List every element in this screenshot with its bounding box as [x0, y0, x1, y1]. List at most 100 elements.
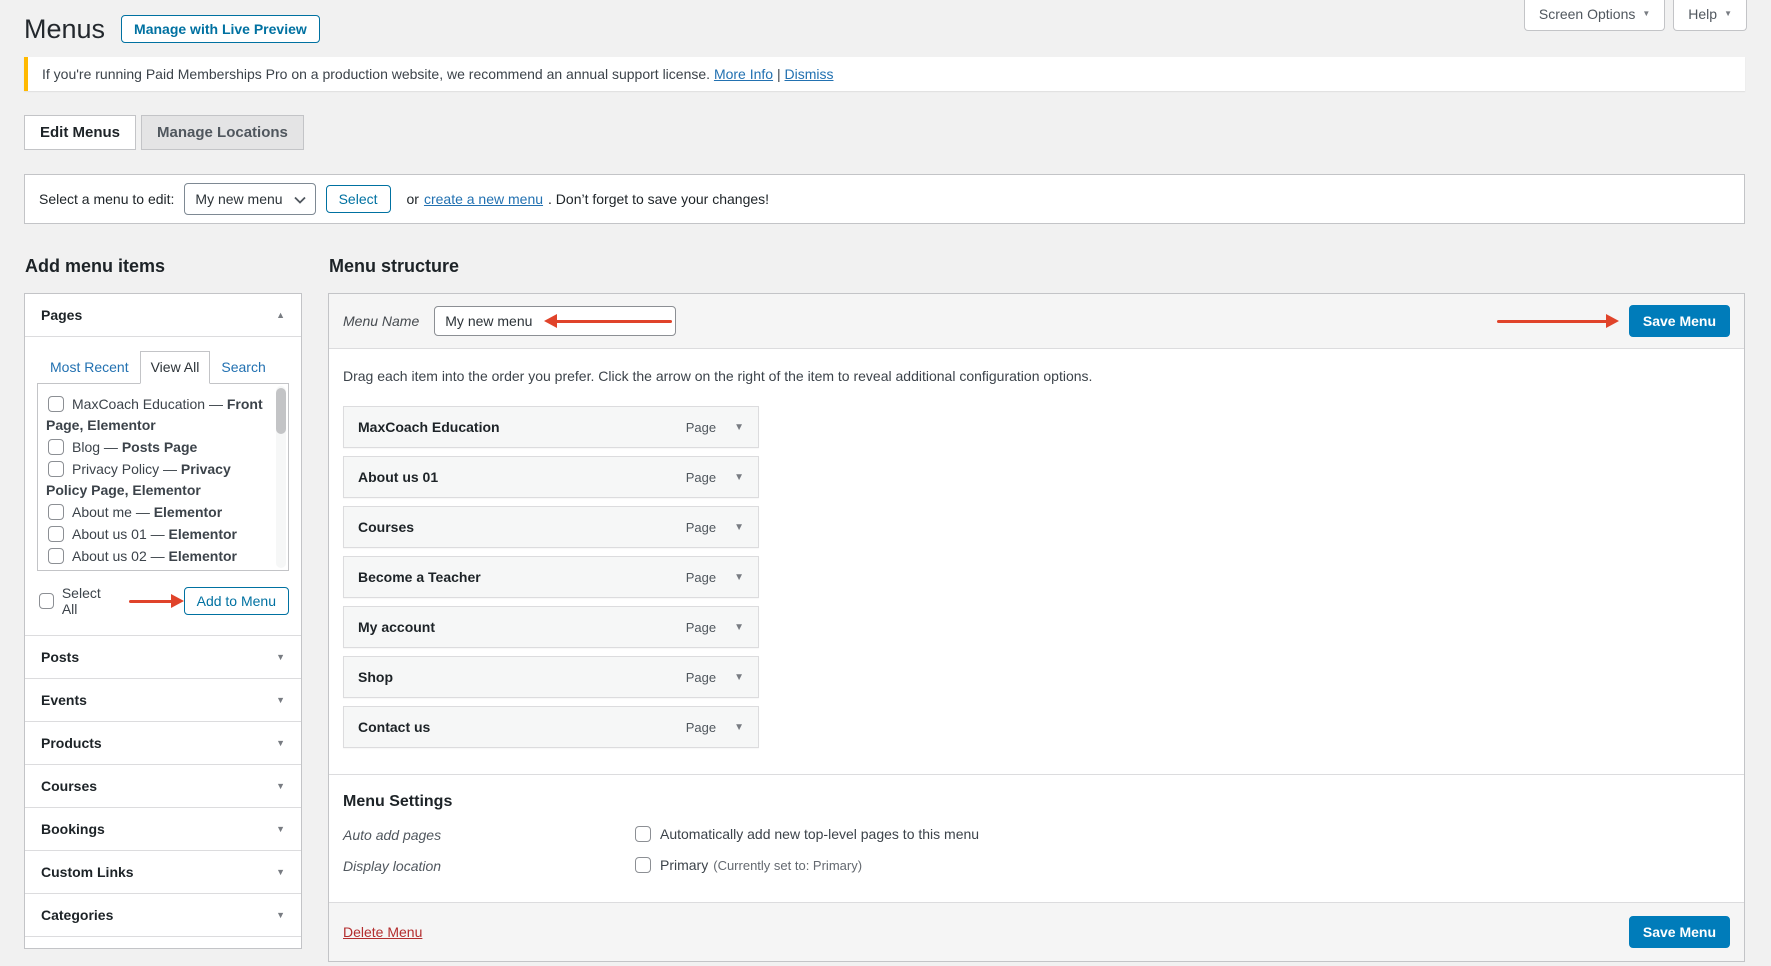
create-menu-text: or create a new menu . Don’t forget to sa…	[407, 191, 770, 207]
chevron-down-icon: ▼	[1724, 9, 1732, 18]
tab-search[interactable]: Search	[210, 351, 276, 384]
tab-view-all[interactable]: View All	[139, 351, 211, 385]
menu-item-type: Page	[685, 669, 717, 685]
annotation-arrow-menu-name	[544, 314, 673, 329]
chevron-down-icon: ▼	[276, 781, 285, 792]
arrow-head	[544, 314, 558, 329]
more-info-link[interactable]: More Info	[714, 66, 773, 82]
page-item-label: Blog —	[72, 439, 122, 456]
menu-item-meta: Page ▼	[686, 470, 744, 485]
page-item-label: MaxCoach Education —	[72, 396, 227, 413]
chevron-down-icon[interactable]: ▼	[734, 472, 744, 483]
menu-item-row[interactable]: Shop Page ▼	[343, 656, 759, 699]
accordion-section-posts: Posts ▼	[25, 635, 301, 678]
screen-options-button[interactable]: Screen Options ▼	[1523, 0, 1666, 31]
page-checkbox[interactable]	[48, 504, 64, 521]
menu-item-row[interactable]: Courses Page ▼	[343, 506, 759, 549]
page-checkbox-item[interactable]: Privacy Policy — Privacy Policy Page, El…	[46, 459, 270, 501]
accordion-section-courses: Courses ▼	[25, 764, 301, 807]
page-checkbox[interactable]	[48, 526, 64, 543]
menu-structure-footer: Delete Menu Save Menu	[329, 902, 1744, 962]
tab-edit-menus[interactable]: Edit Menus	[24, 115, 137, 151]
help-button[interactable]: Help ▼	[1673, 0, 1747, 31]
select-all-checkbox[interactable]	[39, 593, 54, 610]
scrollbar-thumb[interactable]	[276, 388, 286, 435]
menu-item-row[interactable]: Become a Teacher Page ▼	[343, 556, 759, 599]
select-all-row: Select All Add to Menu	[37, 585, 289, 617]
create-new-menu-link[interactable]: create a new menu	[424, 191, 543, 207]
menu-item-type: Page	[685, 519, 717, 535]
after-link-text: . Don’t forget to save your changes!	[548, 191, 770, 208]
auto-add-pages-control[interactable]: Automatically add new top-level pages to…	[633, 826, 979, 843]
menu-item-type: Page	[685, 619, 717, 635]
menu-select-bar: Select a menu to edit: My new menu Selec…	[24, 174, 1745, 225]
auto-add-pages-checkbox[interactable]	[635, 826, 651, 843]
events-section-header[interactable]: Events ▼	[25, 679, 301, 721]
page-checkbox-item[interactable]: About me — Elementor	[46, 502, 270, 523]
custom-links-section-header[interactable]: Custom Links ▼	[25, 851, 301, 893]
manage-live-preview-button[interactable]: Manage with Live Preview	[121, 15, 320, 44]
chevron-down-icon[interactable]: ▼	[734, 622, 744, 633]
tab-manage-locations[interactable]: Manage Locations	[141, 115, 304, 151]
menu-item-meta: Page ▼	[686, 620, 744, 635]
menu-item-row[interactable]: Contact us Page ▼	[343, 706, 759, 749]
primary-location-checkbox[interactable]	[635, 857, 651, 874]
annotation-arrow-save-menu	[1496, 314, 1619, 329]
add-menu-items-heading: Add menu items	[25, 256, 166, 277]
page-item-label-bold: Elementor	[168, 548, 237, 565]
delete-menu-link[interactable]: Delete Menu	[343, 924, 422, 940]
page-checkbox[interactable]	[48, 439, 64, 456]
courses-section-header[interactable]: Courses ▼	[25, 765, 301, 807]
menu-settings-heading: Menu Settings	[343, 793, 453, 811]
menu-item-type: Page	[685, 719, 717, 735]
page-item-label-bold: Posts Page	[121, 439, 198, 456]
accordion-section-categories: Categories ▼	[25, 893, 301, 936]
chevron-down-icon[interactable]: ▼	[734, 722, 744, 733]
menu-item-row[interactable]: MaxCoach Education Page ▼	[343, 406, 759, 449]
save-menu-button-top[interactable]: Save Menu	[1628, 305, 1730, 338]
arrow-head	[170, 594, 184, 609]
page-checkbox[interactable]	[48, 548, 64, 565]
auto-add-pages-label: Auto add pages	[343, 827, 442, 844]
select-all-label: Select All	[61, 585, 101, 618]
menu-item-row[interactable]: My account Page ▼	[343, 606, 759, 649]
page-checkbox[interactable]	[48, 461, 64, 478]
bookings-section-header[interactable]: Bookings ▼	[25, 808, 301, 850]
menu-select-dropdown[interactable]: My new menu	[184, 183, 316, 216]
tab-most-recent[interactable]: Most Recent	[39, 351, 140, 384]
save-menu-button-bottom[interactable]: Save Menu	[1628, 916, 1730, 949]
pages-section-header[interactable]: Pages ▲	[25, 294, 301, 336]
chevron-down-icon[interactable]: ▼	[734, 422, 744, 433]
page-item-label: About me —	[72, 504, 154, 521]
page-checkbox-item[interactable]: About us 02 — Elementor	[46, 546, 270, 567]
menu-item-title: MaxCoach Education	[358, 419, 500, 436]
page-checkbox-item[interactable]: Blog — Posts Page	[46, 437, 270, 458]
menu-item-meta: Page ▼	[686, 420, 744, 435]
settings-divider	[329, 774, 1744, 776]
accordion-section-clipped	[25, 936, 301, 949]
menu-structure-box: Menu Name Save Menu	[328, 293, 1745, 963]
chevron-down-icon: ▼	[1642, 9, 1651, 18]
dismiss-link[interactable]: Dismiss	[785, 66, 834, 82]
page-checkbox[interactable]	[48, 396, 64, 413]
menu-item-row[interactable]: About us 01 Page ▼	[343, 456, 759, 499]
notice-separator: |	[776, 66, 781, 83]
categories-section-header[interactable]: Categories ▼	[25, 894, 301, 936]
add-to-menu-button[interactable]: Add to Menu	[183, 587, 289, 616]
chevron-down-icon: ▼	[276, 652, 285, 663]
list-scrollbar[interactable]	[276, 386, 286, 569]
or-text: or	[406, 191, 419, 208]
products-section-header[interactable]: Products ▼	[25, 722, 301, 764]
current-location-note: (Currently set to: Primary)	[713, 857, 863, 873]
posts-section-header[interactable]: Posts ▼	[25, 636, 301, 678]
page-checkbox-item[interactable]: MaxCoach Education — Front Page, Element…	[46, 394, 270, 436]
chevron-down-icon[interactable]: ▼	[734, 572, 744, 583]
chevron-down-icon[interactable]: ▼	[734, 672, 744, 683]
menu-name-input-wrap	[434, 306, 677, 337]
pages-filter-tabs: Most Recent View All Search	[39, 351, 289, 385]
chevron-down-icon[interactable]: ▼	[734, 522, 744, 533]
select-button[interactable]: Select	[325, 185, 391, 214]
page-checkbox-item[interactable]: About us 01 — Elementor	[46, 524, 270, 545]
menu-structure-header: Menu Name Save Menu	[329, 294, 1744, 350]
display-location-control[interactable]: Primary (Currently set to: Primary)	[633, 857, 863, 874]
